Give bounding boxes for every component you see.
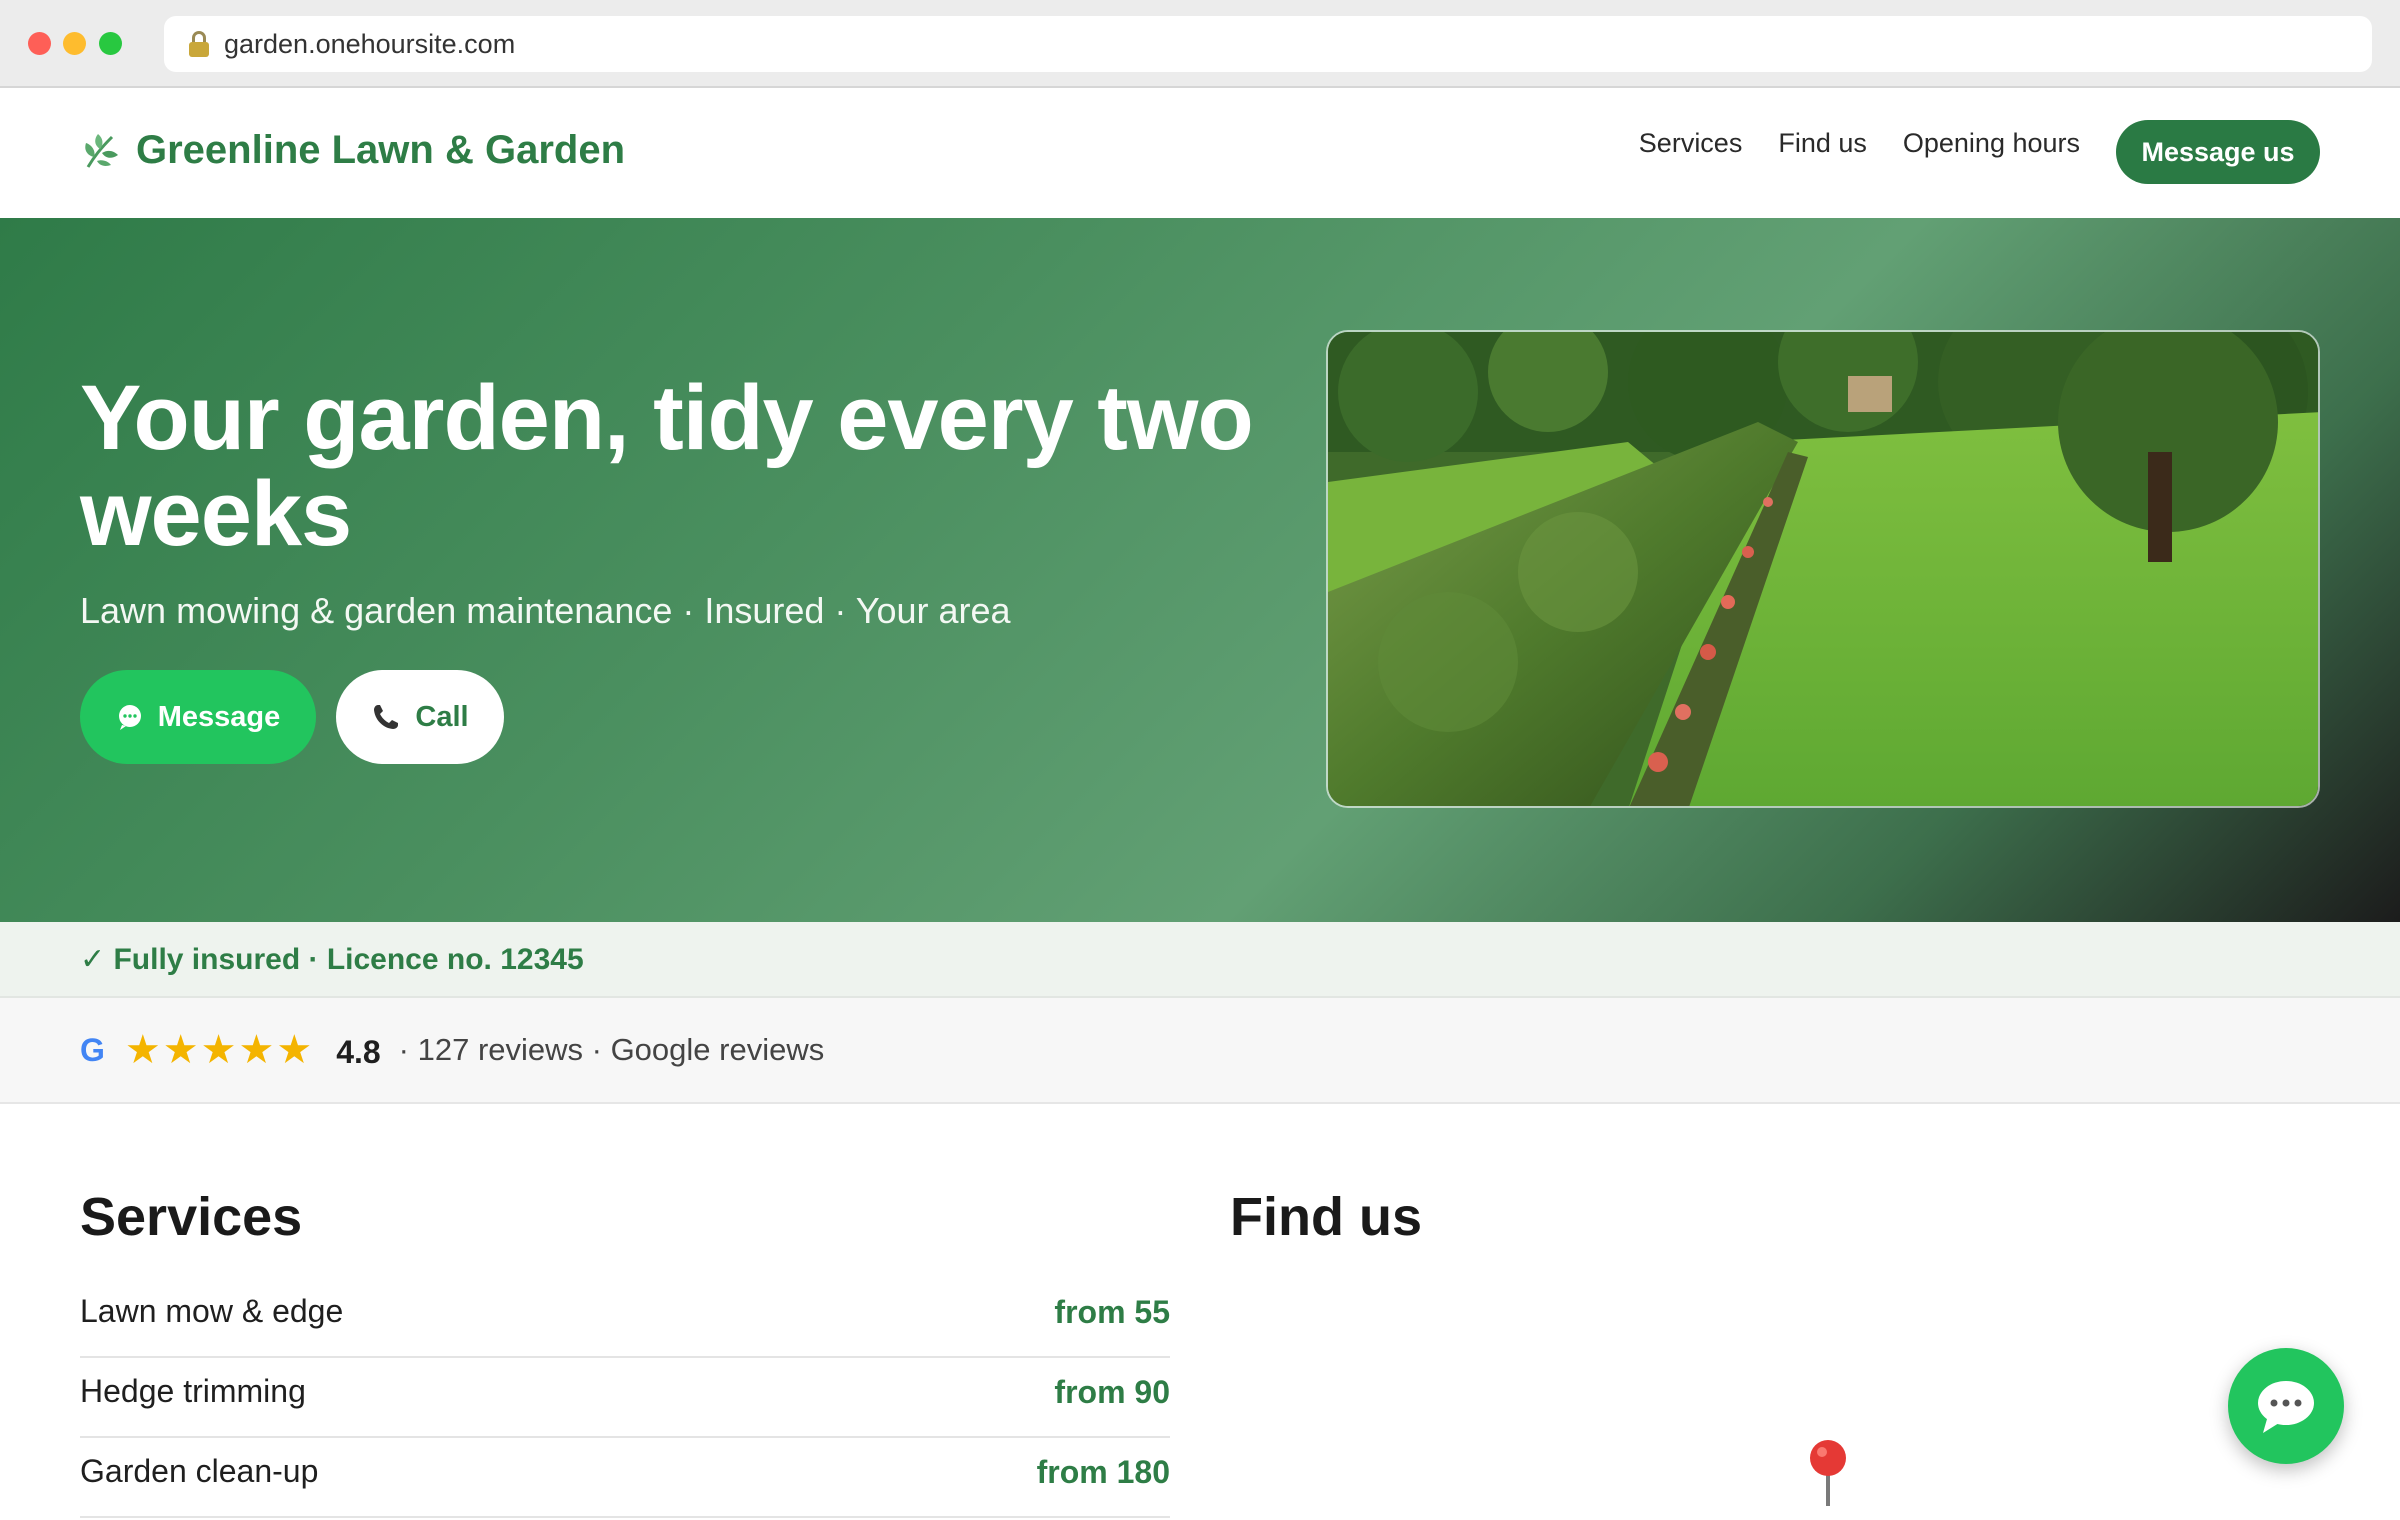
url-text: garden.onehoursite.com	[224, 28, 516, 59]
lock-icon	[188, 31, 210, 57]
google-icon: G	[80, 1031, 105, 1068]
hero-section: Your garden, tidy every two weeks Lawn m…	[0, 218, 2400, 922]
window-minimize-button[interactable]	[63, 32, 86, 55]
hero-message-label: Message	[157, 700, 281, 733]
site-header: Greenline Lawn & Garden Services Find us…	[0, 88, 2400, 218]
find-us-heading: Find us	[1230, 1187, 1422, 1247]
star-rating: ★★★★★	[124, 1028, 315, 1072]
hero-title: Your garden, tidy every two weeks	[80, 367, 1254, 565]
list-item: Hedge trimming from 90	[80, 1358, 1170, 1438]
service-name: Lawn mow & edge	[80, 1292, 344, 1329]
service-price: from 180	[1036, 1453, 1170, 1490]
window-close-button[interactable]	[28, 32, 51, 55]
rating-value: 4.8	[336, 1033, 381, 1070]
insured-text: ✓ Fully insured · Licence no. 12345	[80, 943, 584, 976]
nav-find-us[interactable]: Find us	[1778, 128, 1867, 159]
hero-call-label: Call	[415, 700, 469, 733]
nav-opening-hours[interactable]: Opening hours	[1903, 128, 2080, 159]
reviews-bar: G ★★★★★ 4.8 · 127 reviews · Google revie…	[0, 998, 2400, 1104]
chat-bubble-icon	[116, 703, 144, 731]
floating-chat-button[interactable]	[2228, 1348, 2344, 1464]
chat-bubble-icon	[2258, 1381, 2314, 1433]
brand-name: Greenline Lawn & Garden	[136, 128, 626, 172]
list-item: Lawn mow & edge from 55	[80, 1278, 1170, 1358]
service-name: Garden clean-up	[80, 1452, 319, 1489]
browser-chrome: garden.onehoursite.com	[0, 0, 2400, 88]
phone-icon	[371, 702, 401, 732]
message-us-button[interactable]: Message us	[2116, 120, 2320, 184]
services-list: Lawn mow & edge from 55 Hedge trimming f…	[80, 1278, 1170, 1518]
hero-call-button[interactable]: Call	[336, 670, 504, 764]
insured-banner: ✓ Fully insured · Licence no. 12345	[0, 922, 2400, 998]
hero-message-button[interactable]: Message	[80, 670, 316, 764]
review-count[interactable]: · 127 reviews · Google reviews	[399, 1032, 825, 1068]
main-nav: Services Find us Opening hours Message u…	[1639, 120, 2320, 184]
map-pin-icon[interactable]	[1806, 1438, 1850, 1513]
logo[interactable]: Greenline Lawn & Garden	[80, 128, 625, 173]
window-maximize-button[interactable]	[99, 32, 122, 55]
services-heading: Services	[80, 1187, 303, 1247]
service-name: Hedge trimming	[80, 1372, 306, 1409]
garden-photo	[1326, 330, 2320, 808]
leaf-icon	[85, 133, 118, 168]
service-price: from 55	[1054, 1293, 1170, 1330]
hero-subtitle: Lawn mowing & garden maintenance · Insur…	[80, 590, 1011, 631]
address-bar[interactable]: garden.onehoursite.com	[164, 16, 2372, 72]
nav-services[interactable]: Services	[1639, 128, 1743, 159]
list-item: Garden clean-up from 180	[80, 1438, 1170, 1518]
service-price: from 90	[1054, 1373, 1170, 1410]
